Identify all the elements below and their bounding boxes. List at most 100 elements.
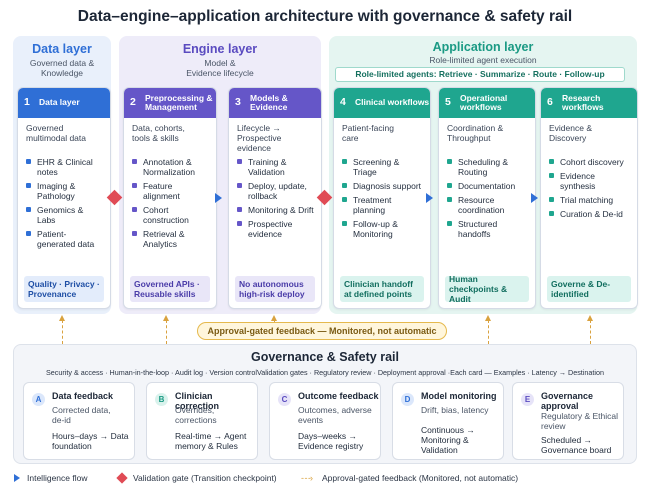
bullet-square-icon bbox=[132, 207, 137, 212]
bullet-text: Monitoring & Drift bbox=[248, 205, 314, 215]
bullet-square-icon bbox=[342, 159, 347, 164]
card-header: 4 Clinical workflows bbox=[334, 88, 430, 118]
card-intro: Data, cohorts, tools & skills bbox=[132, 123, 185, 143]
card-bullet-item: Prospective evidence bbox=[237, 219, 315, 239]
legend-gate-label: Validation gate (Transition checkpoint) bbox=[133, 473, 277, 483]
card-footer-badge: Governed APIs · Reusable skills bbox=[130, 276, 210, 302]
legend-flow-icon bbox=[14, 474, 20, 482]
workflow-card-5: 5 Operational workflows Coordination & Thr… bbox=[438, 87, 536, 309]
card-title: Models & Evidence bbox=[250, 92, 288, 112]
governance-card-a: A Data feedback Corrected data, de-id Hours… bbox=[23, 382, 135, 460]
governance-card-latency: Real-time → Agent memory & Rules bbox=[175, 431, 247, 451]
bullet-square-icon bbox=[549, 211, 554, 216]
governance-card-title: Governance approval bbox=[541, 391, 594, 411]
bullet-text: Retrieval & Analytics bbox=[143, 229, 185, 249]
card-footer-badge: Governe & De-identified bbox=[547, 276, 631, 302]
card-intro: Lifecycle → Prospective evidence bbox=[237, 123, 282, 153]
card-bullet-item: Structured handoffs bbox=[447, 219, 529, 239]
governance-card-e: E Governance approval Regulatory & Ethical… bbox=[512, 382, 624, 460]
bullet-square-icon bbox=[132, 159, 137, 164]
card-intro: Patient-facing care bbox=[342, 123, 394, 143]
workflow-card-2: 2 Preprocessing & Management Data, cohorts… bbox=[123, 87, 217, 309]
bullet-square-icon bbox=[132, 183, 137, 188]
bullet-text: Follow-up & Monitoring bbox=[353, 219, 398, 239]
feedback-arrowhead bbox=[163, 315, 169, 321]
card-bullet-item: Resource coordination bbox=[447, 195, 529, 215]
governance-card-latency: Days–weeks → Evidence registry bbox=[298, 431, 364, 451]
governance-letter-badge: D bbox=[401, 393, 414, 406]
governance-card-b: B Clinician correction Overrides, correcti… bbox=[146, 382, 258, 460]
card-title: Data layer bbox=[39, 97, 80, 108]
bullet-text: Evidence synthesis bbox=[560, 171, 596, 191]
card-bullet-list: Screening & Triage Diagnosis support Treat… bbox=[342, 157, 424, 239]
card-bullet-item: Retrieval & Analytics bbox=[132, 229, 210, 249]
feedback-dashed-line bbox=[166, 320, 167, 344]
card-header: 6 Research workflows bbox=[541, 88, 637, 118]
intelligence-flow-arrow bbox=[215, 193, 222, 203]
card-title: Operational workflows bbox=[460, 92, 508, 112]
bullet-square-icon bbox=[342, 197, 347, 202]
bullet-square-icon bbox=[549, 159, 554, 164]
card-bullet-item: Imaging & Pathology bbox=[26, 181, 104, 201]
bullet-text: Genomics & Labs bbox=[37, 205, 84, 225]
bullet-square-icon bbox=[447, 159, 452, 164]
card-bullet-item: Scheduling & Routing bbox=[447, 157, 529, 177]
card-number: 3 bbox=[235, 96, 241, 109]
bullet-text: Patient-generated data bbox=[37, 229, 95, 249]
card-bullet-item: Monitoring & Drift bbox=[237, 205, 315, 215]
card-bullet-list: Scheduling & Routing Documentation Resourc… bbox=[447, 157, 529, 239]
bullet-text: Scheduling & Routing bbox=[458, 157, 509, 177]
bullet-text: EHR & Clinical notes bbox=[37, 157, 93, 177]
feedback-arrowhead bbox=[485, 315, 491, 321]
governance-card-title: Model monitoring bbox=[421, 391, 497, 401]
card-footer-badge: Human checkpoints & Audit bbox=[445, 274, 529, 304]
feedback-dashed-line bbox=[590, 320, 591, 344]
intelligence-flow-arrow bbox=[426, 193, 433, 203]
legend-gate-icon bbox=[116, 472, 128, 484]
governance-card-examples: Drift, bias, latency bbox=[421, 405, 489, 415]
card-bullet-item: Cohort construction bbox=[132, 205, 210, 225]
application-layer-subtitle: Role-limited agent execution bbox=[429, 55, 537, 65]
bullet-text: Treatment planning bbox=[353, 195, 392, 215]
card-bullet-item: Curation & De-id bbox=[549, 209, 631, 219]
card-bullet-item: Diagnosis support bbox=[342, 181, 424, 191]
feedback-dashed-line bbox=[488, 320, 489, 344]
bullet-square-icon bbox=[447, 197, 452, 202]
card-title: Preprocessing & Management bbox=[145, 92, 213, 112]
governance-card-examples: Regulatory & Ethical review bbox=[541, 411, 619, 431]
card-bullet-list: Annotation & Normalization Feature alignm… bbox=[132, 157, 210, 249]
agents-banner-text: Role-limited agents: Retrieve · Summariz… bbox=[355, 69, 605, 79]
governance-card-latency: Scheduled → Governance board bbox=[541, 435, 612, 455]
card-title: Clinical workflows bbox=[355, 97, 430, 108]
card-footer-badge: Clinician handoff at defined points bbox=[340, 276, 424, 302]
bullet-text: Curation & De-id bbox=[560, 209, 623, 219]
bullet-square-icon bbox=[26, 183, 31, 188]
card-bullet-item: Follow-up & Monitoring bbox=[342, 219, 424, 239]
data-layer-subtitle: Governed data & Knowledge bbox=[29, 58, 95, 78]
card-bullet-item: Patient-generated data bbox=[26, 229, 104, 249]
bullet-text: Resource coordination bbox=[458, 195, 505, 215]
bullet-square-icon bbox=[237, 159, 242, 164]
bullet-text: Imaging & Pathology bbox=[37, 181, 76, 201]
card-footer-badge: No autonomous high-risk deploy bbox=[235, 276, 315, 302]
bullet-text: Cohort discovery bbox=[560, 157, 624, 167]
bullet-square-icon bbox=[447, 221, 452, 226]
workflow-card-1: 1 Data layer Governed multimodal data EHR &… bbox=[17, 87, 111, 309]
bullet-text: Deploy, update, rollback bbox=[248, 181, 307, 201]
bullet-square-icon bbox=[26, 159, 31, 164]
governance-card-examples: Corrected data, de-id bbox=[52, 405, 111, 425]
card-bullet-list: EHR & Clinical notes Imaging & Pathology G… bbox=[26, 157, 104, 249]
card-footer-badge: Quality · Privacy · Provenance bbox=[24, 276, 104, 302]
card-number: 2 bbox=[130, 96, 136, 109]
legend-feedback-icon: - - -› bbox=[301, 473, 313, 483]
card-bullet-item: Treatment planning bbox=[342, 195, 424, 215]
governance-letter-badge: A bbox=[32, 393, 45, 406]
card-bullet-item: Genomics & Labs bbox=[26, 205, 104, 225]
workflow-card-3: 3 Models & Evidence Lifecycle → Prospectiv… bbox=[228, 87, 322, 309]
card-number: 1 bbox=[24, 96, 30, 109]
bullet-square-icon bbox=[132, 231, 137, 236]
bullet-square-icon bbox=[26, 231, 31, 236]
card-bullet-list: Training & Validation Deploy, update, rol… bbox=[237, 157, 315, 239]
bullet-square-icon bbox=[549, 197, 554, 202]
bullet-text: Documentation bbox=[458, 181, 516, 191]
